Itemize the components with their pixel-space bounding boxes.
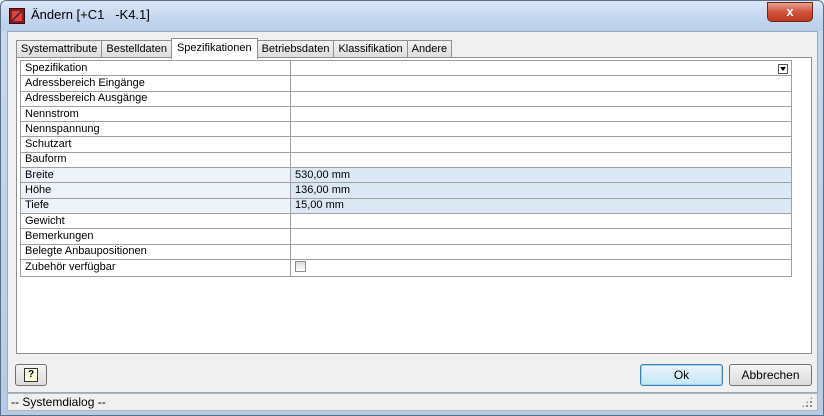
grid-header-value[interactable] (290, 59, 792, 77)
table-row: Nennstrom (20, 105, 792, 123)
help-icon: ? (24, 368, 38, 382)
table-row: Adressbereich Ausgänge (20, 90, 792, 107)
row-label: Nennstrom (20, 105, 291, 123)
close-icon: x (786, 4, 794, 19)
ok-button[interactable]: Ok (640, 364, 723, 386)
row-value[interactable] (290, 243, 792, 260)
dialog-client-area: Systemattribute Bestelldaten Spezifikati… (7, 31, 818, 393)
property-grid: Spezifikation Adressbereich Eingänge Adr… (20, 59, 792, 277)
resize-grip-icon[interactable] (801, 396, 813, 408)
tab-spezifikationen[interactable]: Spezifikationen (170, 38, 258, 59)
row-label: Belegte Anbaupositionen (20, 243, 291, 260)
status-text: -- Systemdialog -- (11, 395, 106, 409)
table-row: Bauform (20, 151, 792, 169)
table-row: Höhe 136,00 mm (20, 182, 792, 199)
tab-strip: Systemattribute Bestelldaten Spezifikati… (16, 38, 453, 59)
tab-bestelldaten[interactable]: Bestelldaten (101, 40, 172, 58)
help-button[interactable]: ? (15, 364, 47, 386)
table-row: Nennspannung (20, 121, 792, 138)
tab-klassifikation[interactable]: Klassifikation (333, 40, 408, 58)
row-value[interactable] (290, 228, 792, 245)
app-icon (9, 8, 25, 24)
dialog-window: Ändern [+C1 -K4.1] x Systemattribute Bes… (0, 0, 824, 416)
row-value[interactable]: 530,00 mm (290, 167, 792, 184)
cancel-button[interactable]: Abbrechen (729, 364, 812, 386)
table-row: Bemerkungen (20, 228, 792, 245)
title-bar[interactable]: Ändern [+C1 -K4.1] x (1, 1, 823, 31)
close-button[interactable]: x (767, 2, 813, 22)
row-label: Zubehör verfügbar (20, 258, 291, 277)
row-label: Bauform (20, 151, 291, 169)
row-label: Adressbereich Ausgänge (20, 90, 291, 107)
row-label: Schutzart (20, 136, 291, 153)
dropdown-arrow-icon[interactable] (778, 63, 788, 74)
row-value[interactable] (290, 121, 792, 138)
table-row: Tiefe 15,00 mm (20, 197, 792, 214)
row-label: Adressbereich Eingänge (20, 75, 291, 92)
row-label: Tiefe (20, 197, 291, 214)
row-value[interactable] (290, 90, 792, 107)
row-value[interactable] (290, 151, 792, 169)
row-value[interactable] (290, 105, 792, 123)
row-value-accessory (290, 258, 792, 277)
tab-systemattribute[interactable]: Systemattribute (16, 40, 103, 58)
row-label: Gewicht (20, 212, 291, 230)
grid-header-row: Spezifikation (20, 59, 792, 77)
status-bar: -- Systemdialog -- (7, 393, 818, 411)
row-value[interactable] (290, 136, 792, 153)
table-row: Zubehör verfügbar (20, 258, 792, 277)
zubehoer-checkbox[interactable] (295, 260, 306, 272)
row-value[interactable] (290, 212, 792, 230)
table-row: Belegte Anbaupositionen (20, 243, 792, 260)
table-row: Breite 530,00 mm (20, 167, 792, 184)
row-value[interactable]: 136,00 mm (290, 182, 792, 199)
row-label: Höhe (20, 182, 291, 199)
specifications-panel: Spezifikation Adressbereich Eingänge Adr… (16, 57, 812, 354)
window-title: Ändern [+C1 -K4.1] (31, 7, 150, 22)
table-row: Adressbereich Eingänge (20, 75, 792, 92)
grid-header-label: Spezifikation (20, 59, 291, 77)
tab-andere[interactable]: Andere (406, 40, 453, 58)
table-row: Gewicht (20, 212, 792, 230)
row-label: Bemerkungen (20, 228, 291, 245)
row-label: Nennspannung (20, 121, 291, 138)
row-value[interactable] (290, 75, 792, 92)
tab-betriebsdaten[interactable]: Betriebsdaten (256, 40, 335, 58)
table-row: Schutzart (20, 136, 792, 153)
row-label: Breite (20, 167, 291, 184)
row-value[interactable]: 15,00 mm (290, 197, 792, 214)
